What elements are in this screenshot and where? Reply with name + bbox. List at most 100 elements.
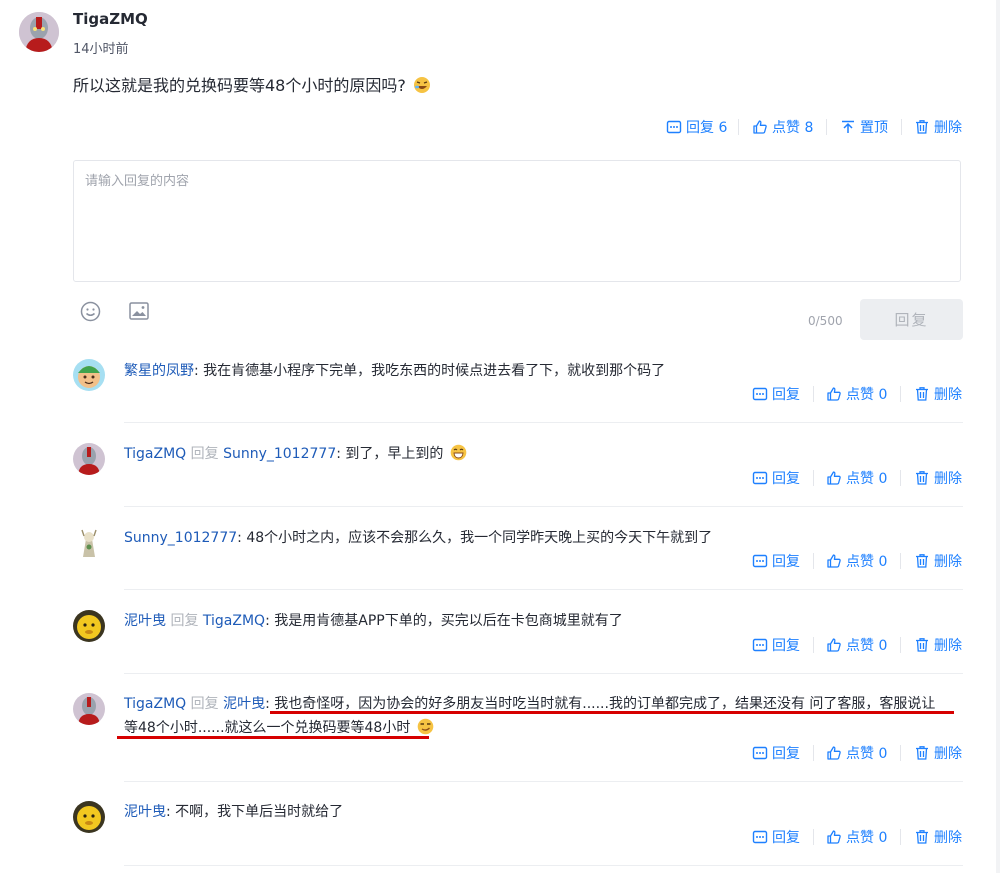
divider [900,829,901,845]
thumbs-up-icon [827,638,841,652]
reply-button-label: 回复 [772,554,800,570]
like-button[interactable]: 点赞 0 [826,551,887,571]
pin-button-label: 置顶 [860,120,888,136]
delete-button-label: 删除 [934,638,962,654]
thumbs-up-icon [827,471,841,485]
grinning-emoji-icon [450,444,467,465]
reply-username[interactable]: 泥叶曳 [124,804,166,820]
reply-button[interactable]: 回复 [752,551,800,571]
reply-content: : 我是用肯德基APP下单的，买完以后在卡包商城里就有了 [265,613,623,629]
delete-button[interactable]: 删除 [914,551,962,571]
like-button[interactable]: 点赞 0 [826,827,887,847]
delete-button-label: 删除 [934,471,962,487]
pin-button[interactable]: 置顶 [840,117,888,137]
like-button[interactable]: 点赞 8 [752,117,813,137]
like-button-label: 点赞 0 [846,471,888,487]
emoji-picker-icon[interactable] [80,301,101,326]
divider [813,829,814,845]
divider [900,386,901,402]
submit-reply-button[interactable]: 回复 [860,299,963,340]
comment-icon [752,830,768,844]
reply-input[interactable]: 请输入回复的内容 [73,160,961,282]
divider [813,637,814,653]
reply-to-label: 回复 [190,696,219,712]
reply-to-label: 回复 [170,613,199,629]
author-avatar[interactable] [19,12,59,52]
reply-username[interactable]: 繁星的凤野 [124,363,194,379]
avatar[interactable] [73,359,105,391]
author-name[interactable]: TigaZMQ [73,10,148,28]
reply-username[interactable]: 泥叶曳 [124,613,166,629]
comment-icon [752,554,768,568]
reply-divider [124,506,963,507]
delete-button-label: 删除 [934,120,962,136]
reply-target-username[interactable]: Sunny_1012777 [223,446,336,462]
post-time: 14小时前 [73,42,129,57]
delete-button[interactable]: 删除 [914,743,962,763]
comment-icon [752,387,768,401]
reply-button[interactable]: 回复 [752,384,800,404]
reply-divider [124,781,963,782]
delete-button[interactable]: 删除 [914,468,962,488]
reply-divider [124,865,963,866]
delete-button[interactable]: 删除 [914,635,962,655]
reply-text: 泥叶曳 回复 TigaZMQ: 我是用肯德基APP下单的，买完以后在卡包商城里就… [124,610,623,630]
reply-text: 泥叶曳: 不啊，我下单后当时就给了 [124,801,343,821]
like-button[interactable]: 点赞 0 [826,635,887,655]
reply-target-username[interactable]: 泥叶曳 [223,696,265,712]
reply-button[interactable]: 回复 6 [666,117,727,137]
reply-content: : 我也奇怪呀，因为协会的好多朋友当时吃当时就有......我的订单都完成了，结… [265,696,936,712]
reply-button-label: 回复 [772,638,800,654]
divider [900,470,901,486]
reply-content-line2: 等48个小时......就这么一个兑换码要等48小时 [124,720,411,736]
reply-username[interactable]: TigaZMQ [124,696,186,712]
delete-button[interactable]: 删除 [914,384,962,404]
reply-divider [124,589,963,590]
comment-icon [752,471,768,485]
avatar[interactable] [73,801,105,833]
reply-button-label: 回复 [772,830,800,846]
thumbs-up-icon [827,830,841,844]
reply-content: : 不啊，我下单后当时就给了 [166,804,344,820]
divider [826,119,827,135]
laughing-emoji-icon [413,76,431,98]
reply-button-label: 回复 [772,471,800,487]
delete-button-label: 删除 [934,554,962,570]
like-button[interactable]: 点赞 0 [826,468,887,488]
delete-button[interactable]: 删除 [914,827,962,847]
reply-text: TigaZMQ 回复 泥叶曳: 我也奇怪呀，因为协会的好多朋友当时吃当时就有..… [124,693,935,713]
delete-button-label: 删除 [934,387,962,403]
highlight-underline [117,736,429,739]
comment-icon [752,746,768,760]
trash-icon [916,746,928,760]
delete-button[interactable]: 删除 [914,117,962,137]
reply-username[interactable]: TigaZMQ [124,446,186,462]
like-button[interactable]: 点赞 0 [826,743,887,763]
reply-button[interactable]: 回复 [752,743,800,763]
avatar[interactable] [73,443,105,475]
like-button-label: 点赞 0 [846,554,888,570]
divider [900,553,901,569]
thumbs-up-icon [827,554,841,568]
thumbs-up-icon [827,387,841,401]
reply-button[interactable]: 回复 [752,827,800,847]
reply-button[interactable]: 回复 [752,468,800,488]
post-text: 所以这就是我的兑换码要等48个小时的原因吗? [73,72,431,98]
avatar[interactable] [73,693,105,725]
avatar[interactable] [73,610,105,642]
divider [813,386,814,402]
char-counter: 0/500 [808,314,843,328]
image-upload-icon[interactable] [129,302,149,324]
avatar[interactable] [73,527,105,559]
reply-button[interactable]: 回复 [752,635,800,655]
divider [900,745,901,761]
comment-icon [666,120,682,134]
scrollbar-track[interactable] [996,0,1000,873]
like-button[interactable]: 点赞 0 [826,384,887,404]
divider [813,745,814,761]
reply-target-username[interactable]: TigaZMQ [203,613,265,629]
trash-icon [916,830,928,844]
thumbs-up-icon [753,120,767,134]
reply-username[interactable]: Sunny_1012777 [124,530,237,546]
reply-button-label: 回复 [772,387,800,403]
